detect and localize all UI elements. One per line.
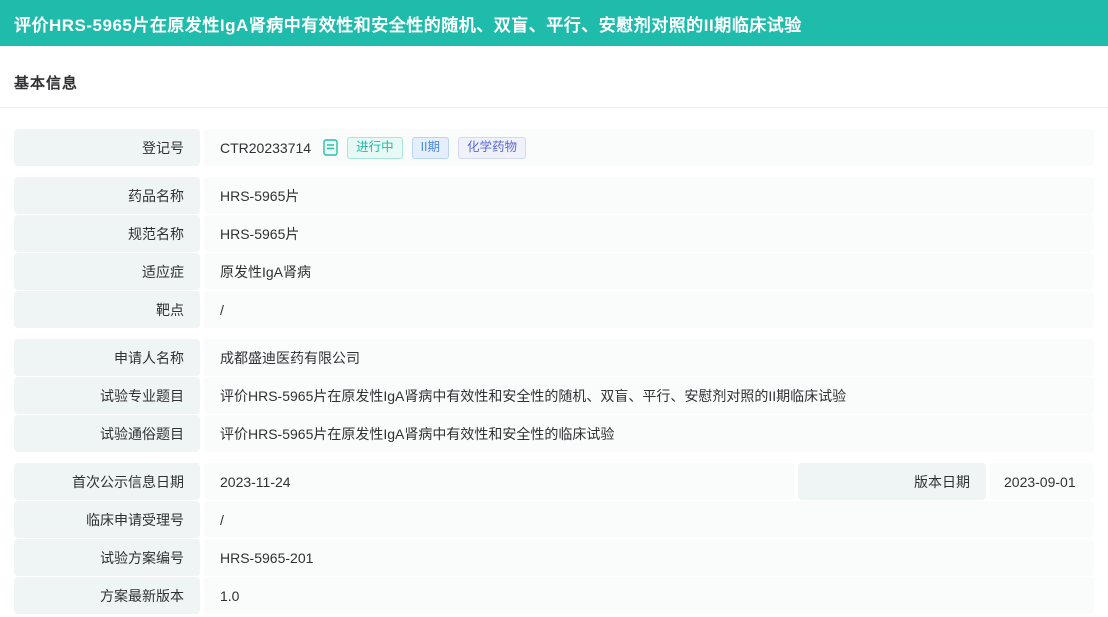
field-group-applicant: 申请人名称 成都盛迪医药有限公司 试验专业题目 评价HRS-5965片在原发性I… <box>14 339 1094 452</box>
table-row: 首次公示信息日期 2023-11-24 版本日期 2023-09-01 <box>14 463 1094 500</box>
phase-badge: II期 <box>411 136 450 159</box>
acceptance-number-value: / <box>204 501 1094 538</box>
drug-type-badge: 化学药物 <box>458 136 527 159</box>
scientific-title-label: 试验专业题目 <box>14 377 200 414</box>
table-row: 登记号 CTR20233714 进行中 II期 化学药物 <box>14 129 1094 166</box>
protocol-number-label: 试验方案编号 <box>14 539 200 576</box>
registration-number-label: 登记号 <box>14 129 200 166</box>
table-row: 药品名称 HRS-5965片 <box>14 177 1094 214</box>
standard-name-label: 规范名称 <box>14 215 200 252</box>
version-date-label: 版本日期 <box>798 463 986 500</box>
standard-name-value: HRS-5965片 <box>204 215 1094 252</box>
page-title: 评价HRS-5965片在原发性IgA肾病中有效性和安全性的随机、双盲、平行、安慰… <box>14 15 802 35</box>
acceptance-number-label: 临床申请受理号 <box>14 501 200 538</box>
latest-version-value: 1.0 <box>204 577 1094 614</box>
public-title-label: 试验通俗题目 <box>14 415 200 452</box>
target-label: 靶点 <box>14 291 200 328</box>
table-row: 适应症 原发性IgA肾病 <box>14 253 1094 290</box>
latest-version-label: 方案最新版本 <box>14 577 200 614</box>
scientific-title-value: 评价HRS-5965片在原发性IgA肾病中有效性和安全性的随机、双盲、平行、安慰… <box>204 377 1094 414</box>
status-badge: 进行中 <box>347 136 403 159</box>
protocol-number-value: HRS-5965-201 <box>204 539 1094 576</box>
target-value: / <box>204 291 1094 328</box>
first-publish-date-label: 首次公示信息日期 <box>14 463 200 500</box>
drug-name-value: HRS-5965片 <box>204 177 1094 214</box>
table-row: 靶点 / <box>14 291 1094 328</box>
document-icon[interactable] <box>323 139 338 156</box>
public-title-value: 评价HRS-5965片在原发性IgA肾病中有效性和安全性的临床试验 <box>204 415 1094 452</box>
indication-value: 原发性IgA肾病 <box>204 253 1094 290</box>
indication-label: 适应症 <box>14 253 200 290</box>
table-row: 试验通俗题目 评价HRS-5965片在原发性IgA肾病中有效性和安全性的临床试验 <box>14 415 1094 452</box>
field-group-drug: 药品名称 HRS-5965片 规范名称 HRS-5965片 适应症 原发性IgA… <box>14 177 1094 328</box>
drug-name-label: 药品名称 <box>14 177 200 214</box>
table-row: 申请人名称 成都盛迪医药有限公司 <box>14 339 1094 376</box>
field-group-registration: 登记号 CTR20233714 进行中 II期 化学药物 <box>14 129 1094 166</box>
basic-info-table: 登记号 CTR20233714 进行中 II期 化学药物 药品名称 HRS-59… <box>0 108 1108 614</box>
table-row: 试验专业题目 评价HRS-5965片在原发性IgA肾病中有效性和安全性的随机、双… <box>14 377 1094 414</box>
section-title-basic-info: 基本信息 <box>14 75 79 92</box>
table-row: 方案最新版本 1.0 <box>14 577 1094 614</box>
table-row: 临床申请受理号 / <box>14 501 1094 538</box>
page-header: 评价HRS-5965片在原发性IgA肾病中有效性和安全性的随机、双盲、平行、安慰… <box>0 0 1108 46</box>
registration-number-value: CTR20233714 <box>220 139 312 156</box>
first-publish-date-value: 2023-11-24 <box>204 463 794 500</box>
applicant-name-value: 成都盛迪医药有限公司 <box>204 339 1094 376</box>
applicant-name-label: 申请人名称 <box>14 339 200 376</box>
registration-number-value-cell: CTR20233714 进行中 II期 化学药物 <box>204 129 1094 166</box>
version-date-value: 2023-09-01 <box>990 463 1094 500</box>
field-group-dates: 首次公示信息日期 2023-11-24 版本日期 2023-09-01 临床申请… <box>14 463 1094 614</box>
table-row: 规范名称 HRS-5965片 <box>14 215 1094 252</box>
table-row: 试验方案编号 HRS-5965-201 <box>14 539 1094 576</box>
